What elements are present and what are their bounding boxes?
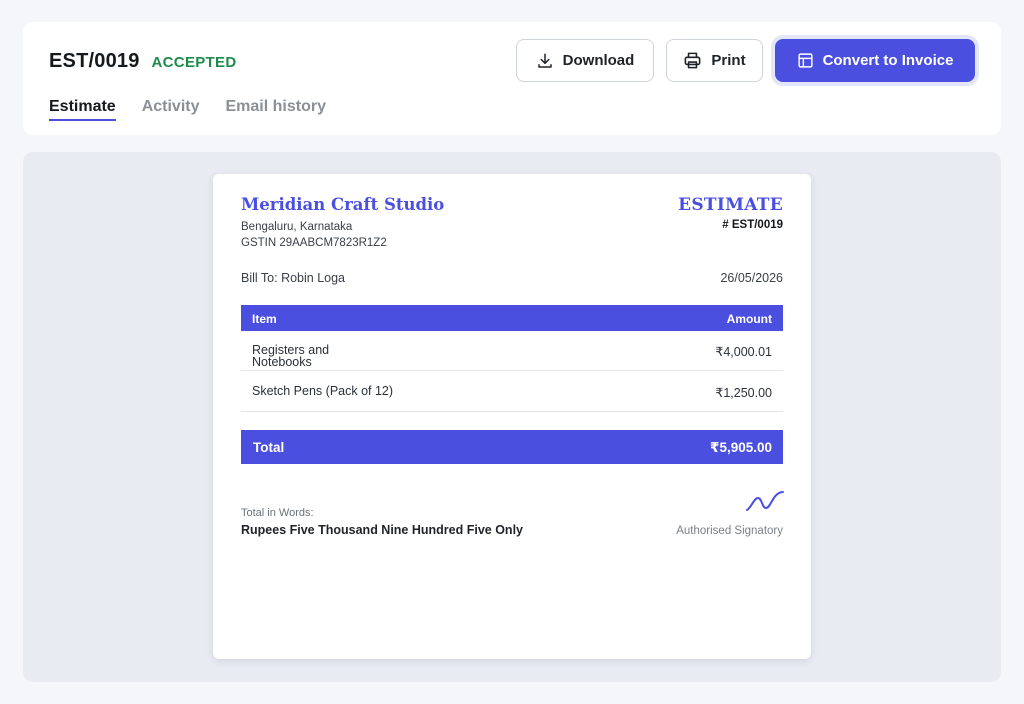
download-label: Download: [562, 52, 635, 69]
column-header-amount: Amount: [726, 312, 772, 326]
print-label: Print: [711, 52, 746, 69]
header-actions: Download Print Convert to Invoice: [516, 39, 975, 82]
total-row: Total ₹5,905.00: [241, 430, 783, 464]
signatory-label: Authorised Signatory: [676, 525, 783, 537]
total-label: Total: [253, 440, 285, 455]
total-value: ₹5,905.00: [710, 440, 772, 455]
estimate-header: EST/0019 ACCEPTED Download Print Convert…: [23, 22, 1001, 135]
bill-to: Bill To: Robin Loga: [241, 271, 346, 285]
convert-to-invoice-button[interactable]: Convert to Invoice: [775, 39, 975, 82]
convert-label: Convert to Invoice: [822, 52, 954, 69]
row-amount: ₹1,250.00: [715, 386, 772, 400]
tab-bar: Estimate Activity Email history: [49, 98, 326, 121]
row-item: Registers and Notebooks: [252, 343, 330, 369]
printer-icon: [684, 52, 701, 69]
download-button[interactable]: Download: [516, 39, 654, 82]
tab-estimate[interactable]: Estimate: [49, 98, 116, 121]
document-type: ESTIMATE: [678, 195, 783, 215]
row-item: Sketch Pens (Pack of 12): [252, 384, 394, 398]
status-badge: ACCEPTED: [151, 54, 237, 71]
company-gstin: GSTIN 29AABCM7823R1Z2: [241, 237, 387, 249]
print-button[interactable]: Print: [666, 39, 763, 82]
tab-email-history[interactable]: Email history: [226, 98, 326, 121]
table-row: Registers and Notebooks ₹4,000.01: [241, 331, 783, 371]
signature-icon: [746, 491, 784, 511]
invoice-icon: [797, 53, 813, 68]
company-address: Bengaluru, Karnataka: [241, 221, 353, 233]
tab-activity[interactable]: Activity: [142, 98, 200, 121]
document-preview-area: Meridian Craft Studio Bengaluru, Karnata…: [23, 152, 1001, 682]
row-amount: ₹4,000.01: [715, 345, 772, 359]
column-header-item: Item: [252, 312, 277, 326]
page-title: EST/0019: [49, 50, 140, 72]
total-in-words-label: Total in Words:: [241, 507, 314, 519]
document-number: # EST/0019: [722, 219, 783, 231]
table-header: Item Amount: [241, 305, 783, 331]
download-icon: [537, 53, 552, 68]
estimate-document: Meridian Craft Studio Bengaluru, Karnata…: [213, 174, 811, 659]
table-row: Sketch Pens (Pack of 12) ₹1,250.00: [241, 371, 783, 412]
total-in-words: Rupees Five Thousand Nine Hundred Five O…: [241, 523, 523, 537]
document-date: 26/05/2026: [720, 271, 783, 285]
company-name: Meridian Craft Studio: [241, 195, 445, 214]
title-row: EST/0019 ACCEPTED: [49, 50, 236, 73]
